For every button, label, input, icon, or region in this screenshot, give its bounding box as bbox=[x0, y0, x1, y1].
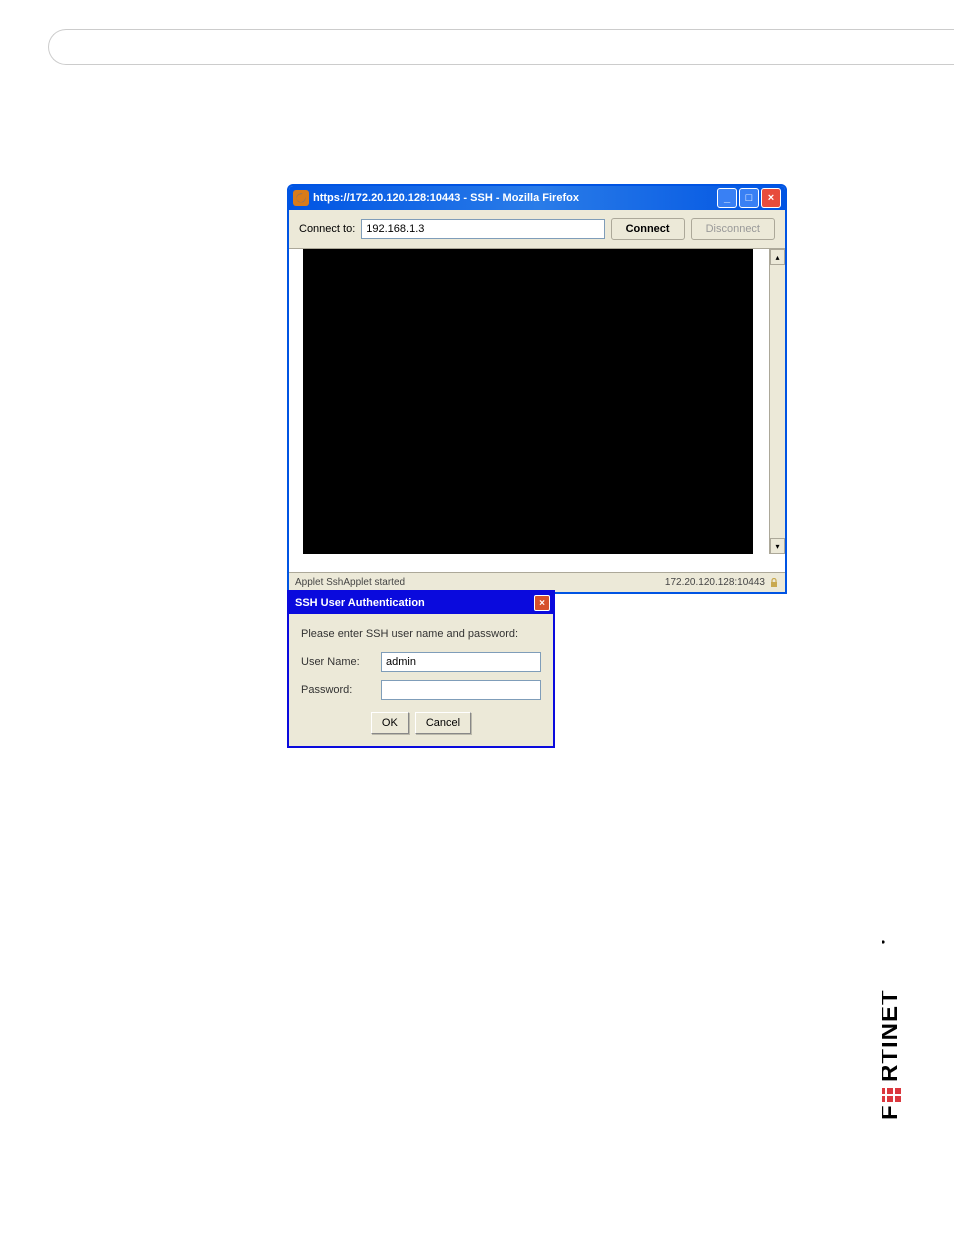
lock-icon bbox=[769, 578, 779, 588]
auth-close-button[interactable]: × bbox=[534, 595, 550, 611]
password-input[interactable] bbox=[381, 680, 541, 700]
status-text: Applet SshApplet started bbox=[295, 577, 665, 588]
password-label: Password: bbox=[301, 684, 381, 696]
connect-to-label: Connect to: bbox=[299, 223, 355, 235]
connect-toolbar: Connect to: Connect Disconnect bbox=[289, 210, 785, 249]
scroll-down-button[interactable]: ▾ bbox=[770, 538, 785, 554]
ssh-auth-dialog: SSH User Authentication × Please enter S… bbox=[287, 590, 555, 748]
cancel-button[interactable]: Cancel bbox=[415, 712, 471, 734]
terminal-area: ▴ ▾ bbox=[289, 249, 785, 572]
window-titlebar[interactable]: https://172.20.120.128:10443 - SSH - Moz… bbox=[289, 186, 785, 210]
svg-text:F: F bbox=[882, 1104, 903, 1120]
scroll-track[interactable] bbox=[770, 265, 785, 538]
terminal-scrollbar[interactable]: ▴ ▾ bbox=[769, 249, 785, 554]
minimize-button[interactable]: _ bbox=[717, 188, 737, 208]
auth-title: SSH User Authentication bbox=[292, 597, 534, 609]
close-button[interactable]: × bbox=[761, 188, 781, 208]
browser-window: https://172.20.120.128:10443 - SSH - Moz… bbox=[287, 184, 787, 594]
username-label: User Name: bbox=[301, 656, 381, 668]
disconnect-button[interactable]: Disconnect bbox=[691, 218, 775, 240]
scroll-up-button[interactable]: ▴ bbox=[770, 249, 785, 265]
maximize-button[interactable]: □ bbox=[739, 188, 759, 208]
connect-button[interactable]: Connect bbox=[611, 218, 685, 240]
ssh-terminal[interactable] bbox=[303, 249, 753, 554]
status-bar: Applet SshApplet started 172.20.120.128:… bbox=[289, 572, 785, 592]
auth-prompt: Please enter SSH user name and password: bbox=[301, 628, 541, 640]
window-controls: _ □ × bbox=[717, 188, 781, 208]
svg-text:RTINET: RTINET bbox=[882, 989, 903, 1082]
username-input[interactable] bbox=[381, 652, 541, 672]
page-top-bar bbox=[48, 29, 954, 65]
ok-button[interactable]: OK bbox=[371, 712, 409, 734]
firefox-icon bbox=[293, 190, 309, 206]
window-title: https://172.20.120.128:10443 - SSH - Moz… bbox=[313, 192, 717, 204]
auth-body: Please enter SSH user name and password:… bbox=[289, 614, 553, 746]
fortinet-logo: F RTINET bbox=[882, 930, 912, 1138]
auth-titlebar[interactable]: SSH User Authentication × bbox=[289, 592, 553, 614]
terminal-bottom-spacer bbox=[289, 554, 785, 572]
connect-to-input[interactable] bbox=[361, 219, 604, 239]
status-host: 172.20.120.128:10443 bbox=[665, 577, 765, 588]
